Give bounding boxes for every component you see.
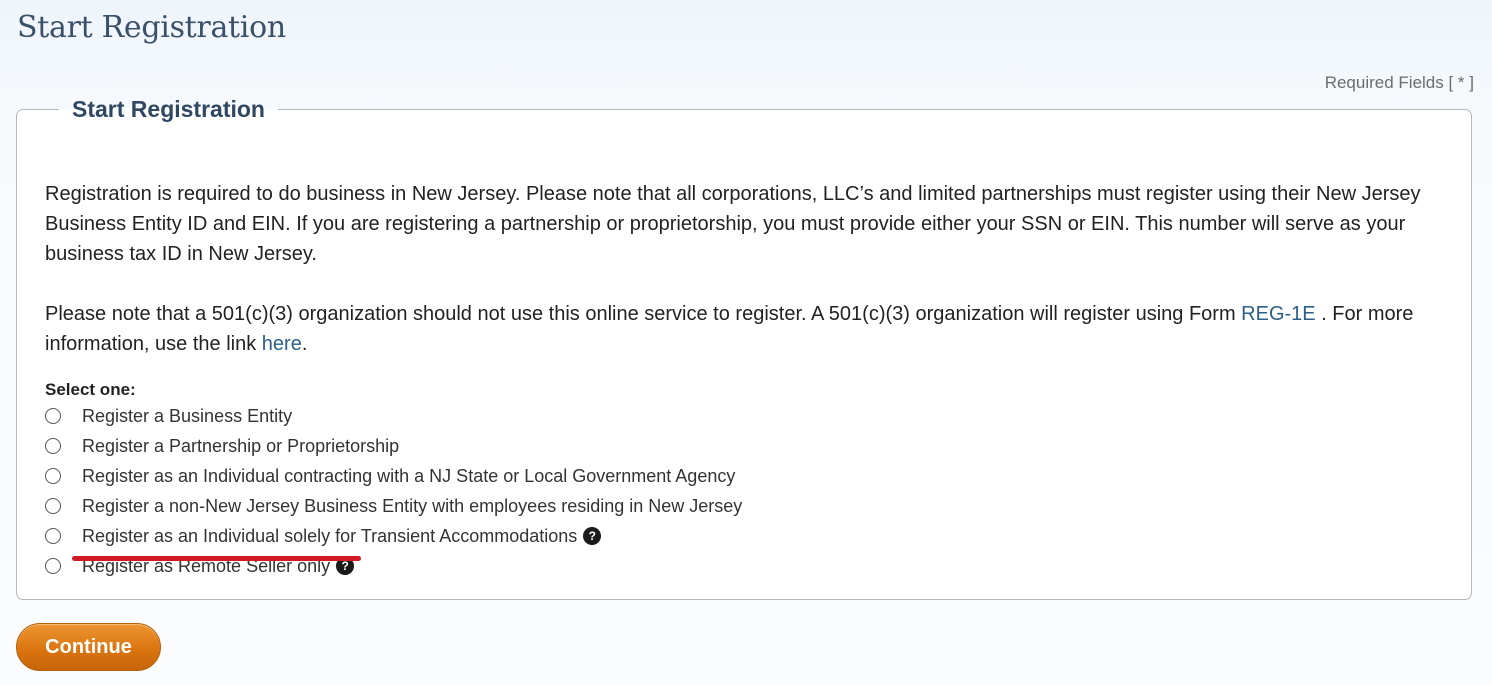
panel-legend: Start Registration — [72, 96, 265, 122]
radio-remote-seller[interactable] — [45, 558, 61, 574]
note-text-part3: . — [301, 333, 308, 355]
select-one-label: Select one: — [45, 380, 136, 399]
note-text-part1: Please note that a 501(c)(3) organizatio… — [45, 303, 1242, 325]
option-label[interactable]: Register as an Individual solely for Tra… — [82, 526, 577, 547]
radio-partnership-proprietorship[interactable] — [45, 438, 61, 454]
option-label[interactable]: Register a non-New Jersey Business Entit… — [82, 496, 742, 517]
required-fields-note: Required Fields [ * ] — [1324, 73, 1474, 92]
option-label[interactable]: Register a Business Entity — [82, 406, 292, 427]
radio-business-entity[interactable] — [45, 408, 61, 424]
registration-intro-text: Registration is required to do business … — [45, 183, 1421, 265]
radio-transient-accommodations[interactable] — [45, 528, 61, 544]
more-info-here-link[interactable]: here — [262, 333, 302, 355]
red-highlight-underline — [72, 556, 361, 561]
registration-type-options: Register a Business Entity Register a Pa… — [45, 401, 742, 581]
option-non-nj-business-entity[interactable]: Register a non-New Jersey Business Entit… — [45, 491, 742, 521]
continue-button[interactable]: Continue — [16, 623, 161, 671]
option-transient-accommodations[interactable]: Register as an Individual solely for Tra… — [45, 521, 742, 551]
option-label[interactable]: Register as an Individual contracting wi… — [82, 466, 735, 487]
nonprofit-note-text: Please note that a 501(c)(3) organizatio… — [45, 299, 1445, 359]
radio-non-nj-business-entity[interactable] — [45, 498, 61, 514]
question-circle-icon[interactable]: ? — [583, 527, 602, 545]
radio-individual-government-contractor[interactable] — [45, 468, 61, 484]
reg-1e-form-link[interactable]: REG-1E — [1241, 303, 1315, 325]
option-business-entity[interactable]: Register a Business Entity — [45, 401, 742, 431]
page-title: Start Registration — [17, 10, 286, 45]
start-registration-panel: Start Registration Registration is requi… — [16, 96, 1472, 600]
option-label[interactable]: Register a Partnership or Proprietorship — [82, 436, 399, 457]
option-individual-government-contractor[interactable]: Register as an Individual contracting wi… — [45, 461, 742, 491]
option-partnership-proprietorship[interactable]: Register a Partnership or Proprietorship — [45, 431, 742, 461]
